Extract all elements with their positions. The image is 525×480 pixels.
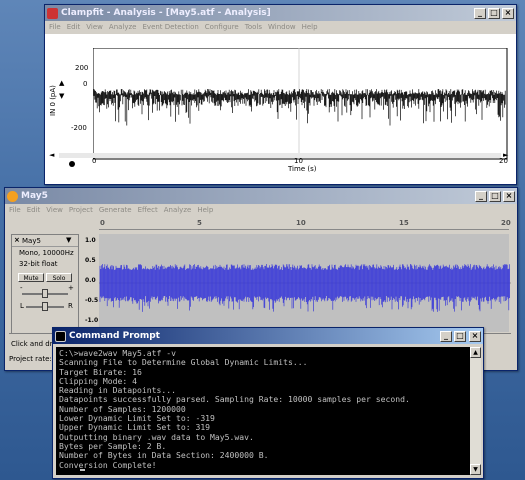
gain-plus-label: + [68, 284, 74, 292]
project-rate-label: Project rate: [9, 355, 52, 363]
cmd-title: Command Prompt [69, 331, 160, 341]
pan-right-label: R [68, 302, 73, 310]
track-bitdepth-info: 32-bit float [19, 260, 58, 268]
scale-neg0.5: -0.5 [85, 297, 99, 304]
track-close-icon[interactable]: × [14, 236, 20, 244]
clampfit-title: Clampfit - Analysis - [May5.atf - Analys… [61, 8, 271, 18]
clampfit-menu-window[interactable]: Window [268, 23, 296, 31]
waveform-view[interactable] [99, 234, 511, 332]
track-format-info: Mono, 10000Hz [19, 249, 74, 257]
x-axis-label: Time (s) [288, 165, 317, 173]
y-tick-200: 200 [75, 64, 89, 72]
timeline-ruler[interactable]: 0 5 10 15 20 [99, 218, 511, 230]
cmd-titlebar[interactable]: Command Prompt _ □ × [53, 328, 483, 344]
clampfit-plot-area: IN 0 (pA) ▲ ▼ 200 0 -200 ◄ ► 0 10 20 Tim… [45, 34, 516, 184]
ruler-tick: 5 [197, 219, 202, 227]
minimize-button[interactable]: _ [475, 190, 487, 202]
x-tick-0: 0 [92, 157, 97, 165]
y-tick-0: 0 [83, 80, 88, 88]
y-tick-neg200: -200 [71, 124, 87, 132]
clampfit-trace-plot [93, 48, 508, 160]
scale-1.0: 1.0 [85, 237, 96, 244]
clampfit-menu-tools[interactable]: Tools [245, 23, 262, 31]
track-name[interactable]: May5 [22, 237, 41, 245]
audio-waveform [99, 264, 510, 312]
track-name-bar[interactable]: × May5 ▼ [12, 236, 78, 247]
close-button[interactable]: × [503, 190, 515, 202]
record-dot-icon[interactable] [69, 161, 75, 167]
audacity-menu-edit[interactable]: Edit [27, 206, 41, 214]
audacity-app-icon [7, 190, 18, 202]
console-line: Conversion Complete! [59, 459, 157, 470]
clampfit-menu-analyze[interactable]: Analyze [109, 23, 137, 31]
audacity-menubar: File Edit View Project Generate Effect Analyze… [5, 204, 517, 216]
minimize-button[interactable]: _ [440, 330, 452, 342]
x-scroll-left-icon[interactable]: ◄ [49, 151, 54, 159]
cmd-app-icon [55, 330, 66, 342]
audacity-title: May5 [21, 191, 48, 201]
scale-neg1.0: -1.0 [85, 317, 99, 324]
clampfit-app-icon [47, 7, 58, 19]
x-tick-20: 20 [499, 157, 508, 165]
clampfit-titlebar[interactable]: Clampfit - Analysis - [May5.atf - Analys… [45, 5, 516, 21]
ruler-tick: 10 [296, 219, 306, 227]
clampfit-menu-help[interactable]: Help [302, 23, 318, 31]
scroll-up-icon[interactable]: ▲ [470, 347, 481, 358]
audacity-menu-file[interactable]: File [9, 206, 21, 214]
ruler-tick: 15 [399, 219, 409, 227]
audacity-menu-project[interactable]: Project [69, 206, 93, 214]
cmd-scrollbar[interactable]: ▲ ▼ [470, 347, 481, 475]
close-button[interactable]: × [469, 330, 481, 342]
ruler-tick: 20 [501, 219, 511, 227]
clampfit-menu-event-detection[interactable]: Event Detection [143, 23, 199, 31]
clampfit-menu-edit[interactable]: Edit [67, 23, 81, 31]
clampfit-menubar: File Edit View Analyze Event Detection Config… [45, 21, 516, 33]
ruler-tick: 0 [100, 219, 105, 227]
audacity-menu-effect[interactable]: Effect [138, 206, 158, 214]
x-scrollbar[interactable] [59, 153, 501, 158]
pan-left-label: L [20, 302, 24, 310]
x-tick-10: 10 [294, 157, 303, 165]
y-axis-scroll-down-icon[interactable]: ▼ [59, 92, 64, 100]
maximize-button[interactable]: □ [489, 190, 501, 202]
clampfit-window: Clampfit - Analysis - [May5.atf - Analys… [44, 4, 517, 185]
clampfit-menu-configure[interactable]: Configure [205, 23, 239, 31]
audacity-titlebar[interactable]: May5 _ □ × [5, 188, 517, 204]
pan-slider-thumb[interactable] [42, 302, 48, 311]
minimize-button[interactable]: _ [474, 7, 486, 19]
maximize-button[interactable]: □ [488, 7, 500, 19]
mute-button[interactable]: Mute [18, 273, 44, 282]
audacity-menu-help[interactable]: Help [197, 206, 213, 214]
scale-0.5: 0.5 [85, 257, 96, 264]
command-prompt-window: Command Prompt _ □ × C:\>wave2wav May5.a… [52, 327, 484, 479]
track-control-panel: × May5 ▼ Mono, 10000Hz 32-bit float Mute… [11, 234, 79, 334]
waveform-svg [99, 264, 511, 312]
console-output[interactable]: C:\>wave2wav May5.atf -v Scanning File to… [56, 347, 470, 475]
audacity-menu-analyze[interactable]: Analyze [164, 206, 192, 214]
scroll-down-icon[interactable]: ▼ [470, 464, 481, 475]
maximize-button[interactable]: □ [454, 330, 466, 342]
console-cursor [80, 469, 85, 471]
clampfit-menu-file[interactable]: File [49, 23, 61, 31]
gain-slider-thumb[interactable] [42, 289, 48, 298]
audacity-menu-generate[interactable]: Generate [99, 206, 132, 214]
solo-button[interactable]: Solo [46, 273, 72, 282]
y-axis-label: IN 0 (pA) [49, 85, 57, 116]
close-button[interactable]: × [502, 7, 514, 19]
audacity-menu-view[interactable]: View [46, 206, 63, 214]
track-menu-arrow-icon[interactable]: ▼ [66, 236, 71, 244]
gain-minus-label: - [20, 284, 23, 292]
scale-0.0: 0.0 [85, 277, 96, 284]
y-axis-scroll-up-icon[interactable]: ▲ [59, 79, 64, 87]
clampfit-menu-view[interactable]: View [86, 23, 103, 31]
